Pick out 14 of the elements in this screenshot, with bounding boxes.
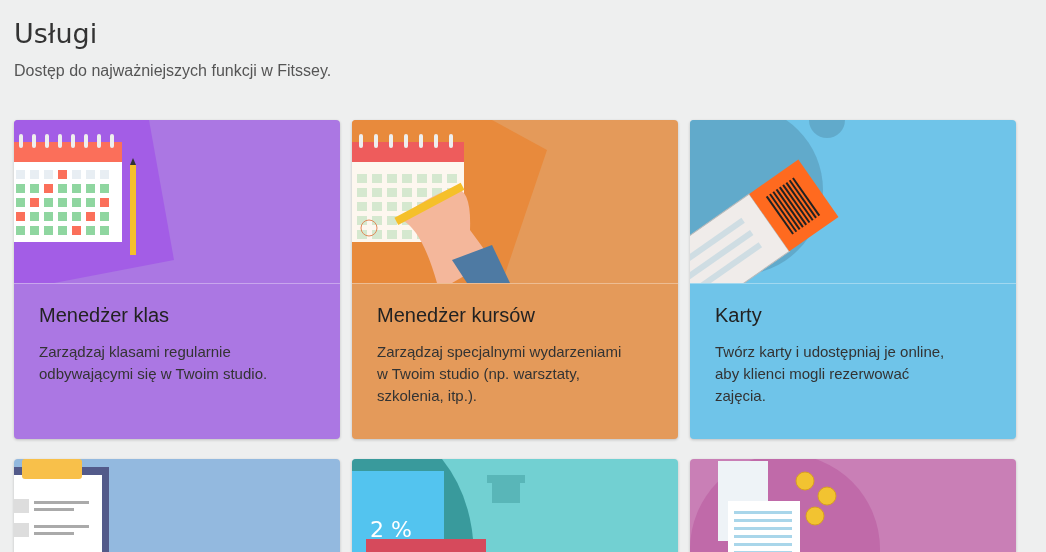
page-title: Usługi xyxy=(14,17,99,51)
card-title: Menedżer kursów xyxy=(377,304,536,327)
service-card[interactable]: Menedżer klas Zarządzaj klasami regularnie odbywającymi się w Twoim studio. xyxy=(14,120,340,439)
page-subtitle: Dostęp do najważniejszych funkcji w Fitssey. xyxy=(14,62,333,80)
card-title: Menedżer klas xyxy=(39,304,171,327)
card-description: Zarządzaj specjalnymi wydarzeniami w Twoim studio (np. warsztaty, szkolenia, itp.). xyxy=(377,342,623,406)
pencil-icon xyxy=(130,158,136,255)
discount-label: 2 % xyxy=(370,517,412,542)
card-title: Karty xyxy=(715,304,763,327)
service-card[interactable]: Menedżer kursów Zarządzaj specjalnymi wydarzeniami w Twoim studio (np. warsztaty, szkolenia, itp.). xyxy=(352,120,678,439)
coins-drawing xyxy=(795,471,837,526)
card-description: Zarządzaj klasami regularnie odbywającymi się w Twoim studio. xyxy=(39,342,269,384)
card-description: Twórz karty i udostępniaj je online, aby klienci mogli rezerwować zajęcia. xyxy=(715,342,946,406)
service-card[interactable]: Karty Twórz karty i udostępniaj je online, aby klienci mogli rezerwować zajęcia. xyxy=(690,120,1016,439)
